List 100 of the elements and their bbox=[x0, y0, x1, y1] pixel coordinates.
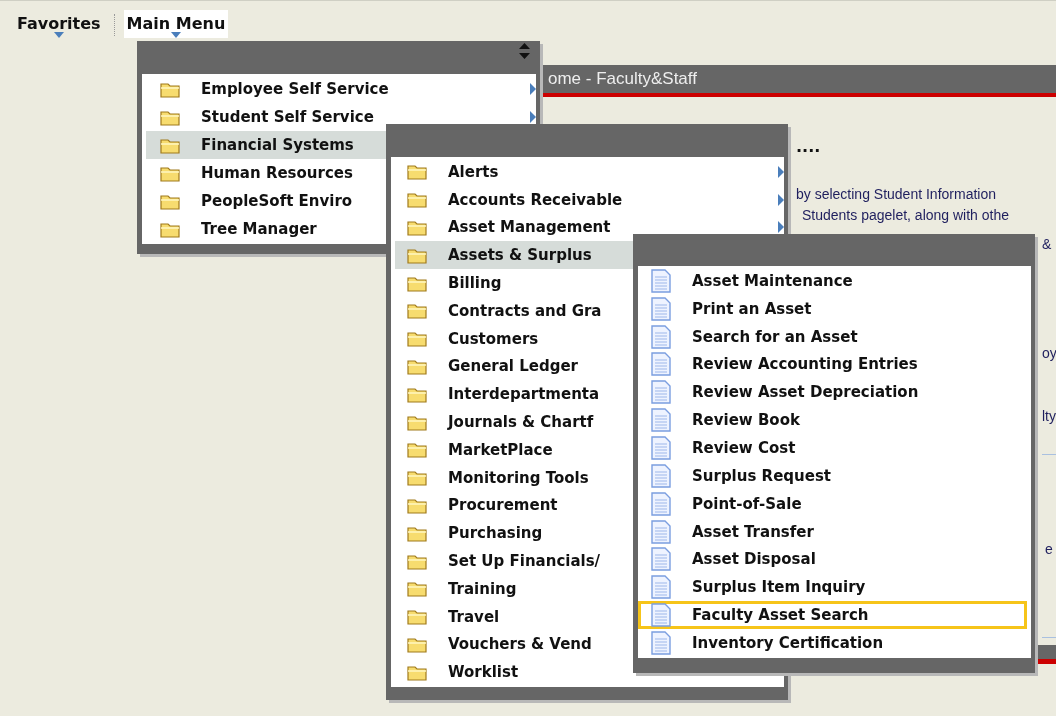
menu-item-label: MarketPlace bbox=[448, 440, 553, 459]
menu-item-label: Procurement bbox=[448, 496, 558, 515]
menu-item-label: Asset Transfer bbox=[692, 522, 814, 541]
pagelet-title: ome - Faculty&Staff bbox=[548, 69, 697, 89]
menu-item[interactable]: Faculty Asset Search bbox=[638, 601, 1027, 629]
body-text: Students pagelet, along with othe bbox=[801, 207, 1011, 223]
body-text: lty bbox=[1042, 408, 1056, 424]
menu-item-label: Inventory Certification bbox=[692, 633, 884, 652]
menu-tab[interactable]: Favorites bbox=[14, 10, 104, 38]
folder-icon bbox=[407, 663, 427, 681]
document-icon bbox=[651, 547, 671, 572]
folder-icon bbox=[407, 219, 427, 236]
document-icon bbox=[651, 463, 671, 488]
menu-item-label: Asset Management bbox=[448, 218, 611, 237]
menu-tab[interactable]: Main Menu bbox=[123, 10, 229, 38]
menu-item-label: General Ledger bbox=[448, 357, 578, 376]
folder-icon bbox=[407, 552, 427, 570]
document-icon bbox=[651, 575, 671, 600]
menu-item[interactable]: Surplus Request bbox=[638, 461, 1027, 490]
menu-item-label: Human Resources bbox=[201, 164, 353, 182]
menu-item-label: Asset Disposal bbox=[692, 550, 816, 569]
menu-item-label: Travel bbox=[448, 607, 500, 626]
scroll-arrows-icon[interactable] bbox=[519, 43, 530, 59]
caret-icon bbox=[53, 32, 64, 38]
menu-item[interactable]: Asset Maintenance bbox=[638, 267, 1027, 295]
menu-item-label: Contracts and Gra bbox=[448, 301, 602, 320]
menu-item-label: Employee Self Service bbox=[201, 80, 389, 98]
folder-icon bbox=[160, 192, 180, 210]
menu-item-label: Surplus Request bbox=[692, 466, 831, 485]
menu-item[interactable]: Employee Self Service bbox=[146, 75, 536, 103]
document-icon bbox=[651, 352, 671, 377]
folder-icon bbox=[407, 608, 427, 626]
document-icon bbox=[651, 436, 671, 460]
folder-icon bbox=[160, 80, 180, 98]
menu-item-label: Review Asset Depreciation bbox=[692, 383, 919, 402]
menu-item-label: Billing bbox=[448, 274, 502, 293]
folder-icon bbox=[407, 469, 427, 487]
body-text: e bbox=[1044, 541, 1054, 557]
menu-item-label: Accounts Receivable bbox=[448, 190, 623, 209]
menu-item-label: Review Book bbox=[692, 411, 800, 430]
menu-item-label: Alerts bbox=[448, 162, 499, 181]
folder-icon bbox=[407, 357, 427, 375]
menu-item[interactable]: Asset Transfer bbox=[638, 517, 1027, 546]
document-icon bbox=[651, 296, 671, 321]
document-icon bbox=[651, 630, 671, 655]
menu-item[interactable]: Print an Asset bbox=[638, 294, 1027, 323]
menu-item[interactable]: Asset Disposal bbox=[638, 545, 1027, 574]
folder-icon bbox=[160, 136, 180, 154]
menu-item-label: Asset Maintenance bbox=[692, 271, 853, 290]
folder-icon bbox=[407, 330, 427, 348]
folder-icon bbox=[407, 163, 427, 181]
menu-item[interactable]: Search for an Asset bbox=[638, 322, 1027, 351]
menu-item-label: Tree Manager bbox=[201, 220, 317, 238]
body-text: oy bbox=[1042, 345, 1056, 361]
menu-item-label: PeopleSoft Enviro bbox=[201, 192, 353, 210]
folder-icon bbox=[407, 441, 427, 459]
heading-text: .... bbox=[796, 137, 822, 156]
menu-item-label: Search for an Asset bbox=[692, 327, 858, 346]
folder-icon bbox=[407, 635, 427, 653]
folder-icon bbox=[407, 413, 427, 431]
menu-item[interactable]: Review Book bbox=[638, 406, 1027, 435]
menu-item-label: Vouchers & Vend bbox=[448, 635, 592, 654]
menu-item-label: Print an Asset bbox=[692, 299, 812, 318]
menu-item[interactable]: Inventory Certification bbox=[638, 628, 1027, 657]
menu-item[interactable]: Alerts bbox=[395, 158, 784, 186]
menu-item[interactable]: Point-of-Sale bbox=[638, 489, 1027, 518]
folder-icon bbox=[407, 302, 427, 320]
menu-item-label: Interdepartmenta bbox=[448, 385, 600, 404]
menu-item[interactable]: Worklist bbox=[395, 658, 784, 687]
folder-icon bbox=[160, 220, 180, 238]
document-icon bbox=[651, 268, 671, 293]
menu-item-label: Review Accounting Entries bbox=[692, 355, 918, 374]
menu-item[interactable]: Review Cost bbox=[638, 434, 1027, 462]
document-icon bbox=[651, 603, 671, 628]
menu-item-label: Set Up Financials/ bbox=[448, 552, 601, 571]
folder-icon bbox=[407, 385, 427, 403]
body-text: & bbox=[1042, 236, 1053, 252]
menu-item-label: Review Cost bbox=[692, 439, 796, 457]
menu-item[interactable]: Accounts Receivable bbox=[395, 185, 784, 214]
menu-item[interactable]: Review Asset Depreciation bbox=[638, 378, 1027, 407]
folder-icon bbox=[407, 246, 427, 264]
menu-item[interactable]: Student Self Service bbox=[146, 103, 536, 131]
menu-item-label: Training bbox=[448, 579, 517, 598]
menu-item-label: Purchasing bbox=[448, 524, 543, 543]
body-text: by selecting Student Information bbox=[796, 186, 997, 202]
menu-item-label: Point-of-Sale bbox=[692, 494, 802, 513]
menu-item-label: Worklist bbox=[448, 663, 519, 682]
menu-item[interactable]: Asset Management bbox=[395, 213, 784, 242]
caret-icon bbox=[170, 32, 181, 38]
menu-item-label: Surplus Item Inquiry bbox=[692, 578, 866, 597]
menu-item-label: Student Self Service bbox=[201, 108, 374, 126]
folder-icon bbox=[407, 580, 427, 598]
document-icon bbox=[651, 491, 671, 516]
menu-item-label: Journals & Chartf bbox=[448, 413, 594, 432]
menu-item[interactable]: Review Accounting Entries bbox=[638, 350, 1027, 379]
menu-item[interactable]: Surplus Item Inquiry bbox=[638, 573, 1027, 602]
document-icon bbox=[651, 519, 671, 544]
folder-icon bbox=[407, 496, 427, 514]
menu-item-label: Customers bbox=[448, 329, 539, 348]
folder-icon bbox=[407, 191, 427, 209]
